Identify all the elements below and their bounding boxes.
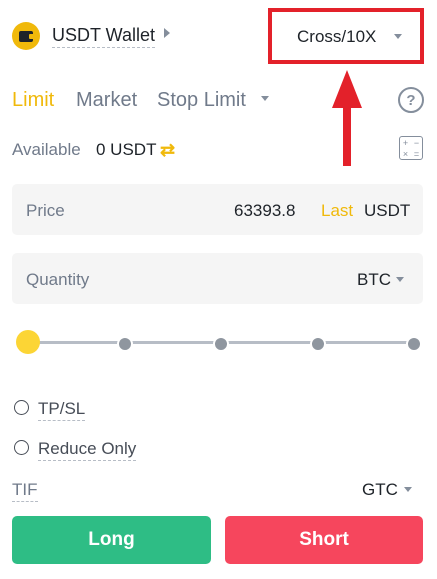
calculator-icon[interactable]: + − × =: [399, 136, 423, 160]
price-unit: USDT: [364, 201, 411, 220]
price-input[interactable]: [12, 184, 423, 235]
chevron-down-icon[interactable]: [396, 277, 404, 282]
tif-label: TIF: [12, 480, 38, 502]
quantity-unit-selector[interactable]: BTC: [357, 270, 391, 290]
annotation-arrow-icon: [332, 70, 362, 166]
reduce-only-label[interactable]: Reduce Only: [38, 439, 137, 461]
available-label: Available: [12, 140, 81, 159]
slider-stop-50[interactable]: [213, 336, 229, 352]
long-button[interactable]: Long: [12, 516, 211, 564]
slider-stop-25[interactable]: [116, 336, 133, 352]
help-icon[interactable]: ?: [398, 87, 424, 113]
tab-limit[interactable]: Limit: [12, 88, 54, 112]
tpsl-checkbox[interactable]: [14, 400, 29, 415]
wallet-icon: [12, 22, 40, 50]
tab-market[interactable]: Market: [76, 88, 137, 112]
chevron-down-icon[interactable]: [394, 34, 402, 39]
tpsl-label[interactable]: TP/SL: [38, 399, 86, 421]
quantity-slider-handle[interactable]: [16, 330, 40, 354]
last-price-button[interactable]: Last: [321, 201, 353, 221]
wallet-selector[interactable]: USDT Wallet: [52, 24, 156, 48]
price-label: Price: [26, 201, 65, 220]
tab-stop-limit[interactable]: Stop Limit: [157, 88, 246, 112]
slider-stop-75[interactable]: [309, 336, 326, 352]
transfer-icon[interactable]: ⇄: [160, 140, 175, 161]
tif-selector[interactable]: GTC: [362, 480, 398, 500]
caret-right-icon[interactable]: [164, 28, 170, 38]
quantity-label: Quantity: [26, 270, 90, 289]
chevron-down-icon[interactable]: [261, 96, 269, 101]
available-value: 0 USDT: [96, 140, 157, 159]
short-button[interactable]: Short: [225, 516, 423, 564]
price-value[interactable]: 63393.8: [234, 201, 295, 221]
reduce-only-checkbox[interactable]: [14, 440, 29, 455]
slider-stop-100[interactable]: [406, 336, 422, 352]
margin-mode-button[interactable]: Cross/10X: [297, 27, 376, 47]
chevron-down-icon[interactable]: [404, 487, 412, 492]
